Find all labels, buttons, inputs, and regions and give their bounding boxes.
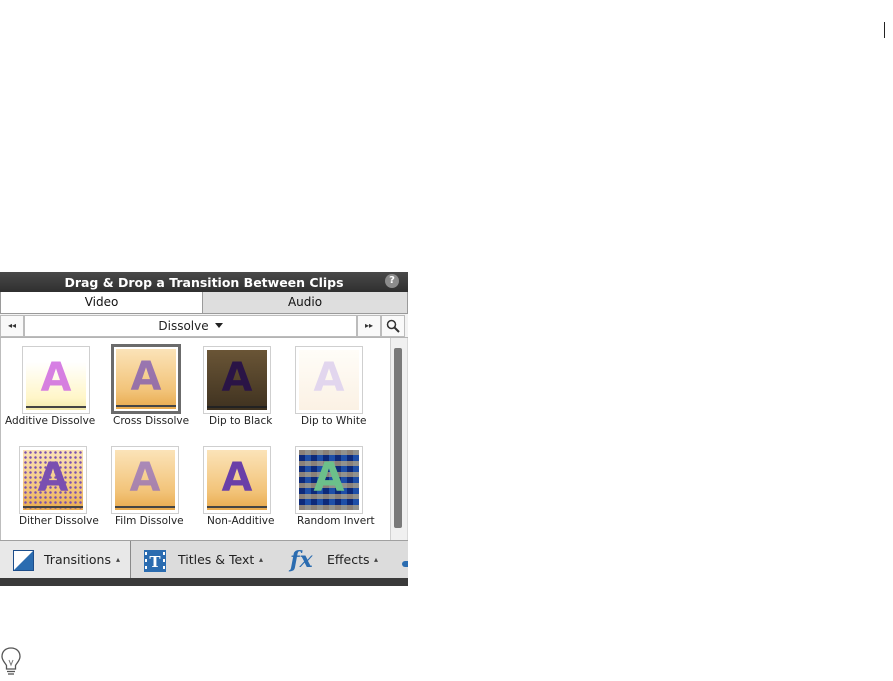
transition-label: Dip to Black: [209, 415, 273, 427]
tab-video[interactable]: Video: [1, 292, 203, 313]
transition-label: Dip to White: [301, 415, 367, 427]
transition-label: Additive Dissolve: [5, 415, 96, 427]
transition-thumbnail: A: [203, 346, 271, 414]
letter-a-glyph: A: [40, 355, 72, 401]
bottom-tab-effects[interactable]: fx Effects ▴: [290, 541, 408, 579]
letter-a-glyph: A: [37, 455, 69, 501]
titles-text-icon: T: [144, 550, 166, 572]
transition-thumbnail: A: [203, 446, 271, 514]
letter-a-glyph: A: [313, 455, 345, 501]
transition-film-dissolve[interactable]: A Film Dissolve: [103, 446, 195, 536]
transition-thumbnail: A: [19, 446, 87, 514]
bottom-tab-label: Transitions: [44, 552, 111, 567]
transition-thumbnail-selected: A: [111, 344, 181, 414]
category-nav-bar: ◂◂ Dissolve ▸▸: [0, 314, 408, 338]
transition-label: Cross Dissolve: [113, 415, 190, 427]
category-dropdown[interactable]: Dissolve: [24, 315, 357, 337]
transition-dip-to-black[interactable]: A Dip to Black: [195, 346, 287, 436]
transition-thumbnail: A: [295, 346, 363, 414]
panel-title-bar: Drag & Drop a Transition Between Clips ?: [0, 272, 408, 292]
category-dropdown-value: Dissolve: [158, 319, 209, 333]
transition-non-additive[interactable]: A Non-Additive: [195, 446, 287, 536]
page-edge-marker: [884, 22, 885, 38]
transition-label: Non-Additive: [207, 515, 275, 527]
letter-a-glyph: A: [221, 355, 253, 401]
panel-title: Drag & Drop a Transition Between Clips: [64, 275, 344, 290]
transition-cross-dissolve[interactable]: A Cross Dissolve: [103, 344, 195, 436]
chevron-up-icon: ▴: [116, 555, 121, 564]
transition-thumbnail: A: [22, 346, 90, 414]
scrollbar-thumb[interactable]: [394, 348, 402, 528]
tab-audio[interactable]: Audio: [203, 292, 407, 313]
letter-a-glyph: A: [221, 455, 253, 501]
search-button[interactable]: [381, 315, 405, 337]
chevron-up-icon: ▴: [374, 555, 379, 564]
transition-random-invert[interactable]: A Random Invert: [287, 446, 379, 536]
bottom-tab-label: Titles & Text: [178, 552, 255, 567]
bottom-tab-bar: Transitions ▴ T Titles & Text ▴ fx Effec…: [0, 540, 408, 579]
transition-label: Dither Dissolve: [19, 515, 99, 527]
next-category-button[interactable]: ▸▸: [357, 315, 381, 337]
grid-scrollbar[interactable]: [390, 338, 407, 540]
transitions-grid: A Additive Dissolve A Cross Dissolve A D…: [0, 338, 391, 540]
transition-label: Film Dissolve: [115, 515, 184, 527]
chevron-up-icon: ▴: [259, 555, 264, 564]
fx-icon: fx: [290, 547, 313, 573]
panel-bottom-strip: [0, 578, 408, 586]
transitions-icon: [13, 550, 34, 571]
search-icon: [386, 319, 400, 333]
help-icon[interactable]: ?: [385, 274, 399, 288]
transition-thumbnail: A: [111, 446, 179, 514]
letter-a-glyph: A: [130, 354, 162, 400]
svg-text:T: T: [149, 553, 161, 571]
transition-label: Random Invert: [297, 515, 375, 527]
previous-category-button[interactable]: ◂◂: [0, 315, 24, 337]
letter-a-glyph: A: [129, 455, 161, 501]
transition-thumbnail: A: [295, 446, 363, 514]
letter-a-glyph: A: [313, 355, 345, 401]
bottom-tab-transitions[interactable]: Transitions ▴: [0, 541, 131, 579]
media-tabs: Video Audio: [0, 292, 408, 314]
transitions-panel: Drag & Drop a Transition Between Clips ?…: [0, 272, 408, 586]
transition-dip-to-white[interactable]: A Dip to White: [287, 346, 379, 436]
chevron-down-icon: [214, 323, 223, 328]
bottom-tab-label: Effects: [327, 552, 370, 567]
lightbulb-icon: [1, 647, 21, 675]
more-tabs-icon[interactable]: [402, 561, 408, 567]
transition-additive-dissolve[interactable]: A Additive Dissolve: [5, 346, 103, 436]
bottom-tab-titles-text[interactable]: T Titles & Text ▴: [144, 541, 274, 579]
transition-dither-dissolve[interactable]: A Dither Dissolve: [11, 446, 103, 536]
